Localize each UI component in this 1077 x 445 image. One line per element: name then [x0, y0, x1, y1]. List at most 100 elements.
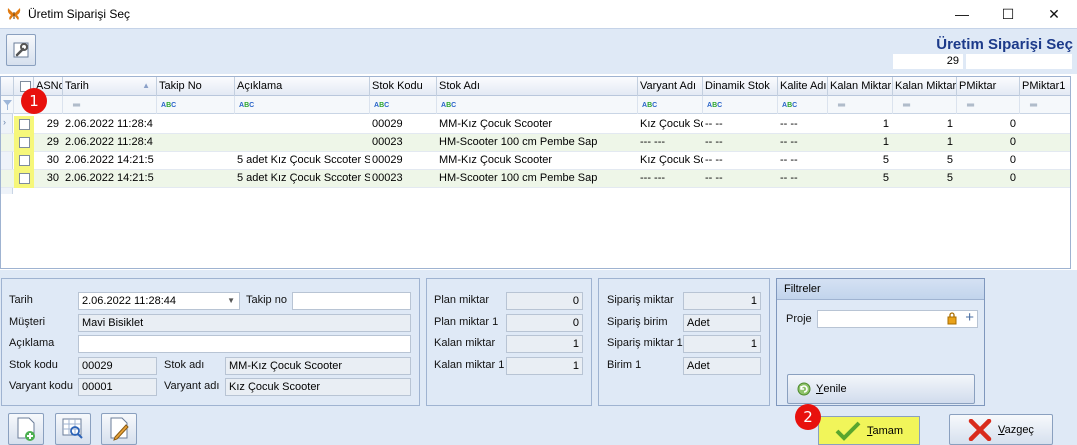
- filter-cell-kalanmiktar[interactable]: ═: [828, 96, 893, 114]
- cell-kalanmiktar[interactable]: 1: [828, 134, 893, 152]
- filter-cell-varyantadi[interactable]: ABC: [638, 96, 703, 114]
- cell-kalanmiktar-2[interactable]: 5: [893, 170, 957, 188]
- minimize-button[interactable]: —: [939, 0, 985, 28]
- table-row[interactable]: 30 2.06.2022 14:21:5 5 adet Kız Çocuk Scco…: [1, 152, 1070, 170]
- cell-asno[interactable]: 29: [34, 134, 63, 152]
- siparis-miktar-field[interactable]: 1: [683, 292, 761, 310]
- cell-tarih[interactable]: 2.06.2022 14:21:5: [63, 170, 157, 188]
- siparis-birim-field[interactable]: Adet: [683, 314, 761, 332]
- plan-miktar-field[interactable]: 0: [506, 292, 583, 310]
- cell-pmiktar1[interactable]: [1020, 134, 1070, 152]
- row-select-cell[interactable]: [14, 152, 34, 170]
- cell-stokkodu[interactable]: 00023: [370, 170, 437, 188]
- cell-dinamikstok[interactable]: -- --: [703, 116, 778, 134]
- filter-cell-pmiktar1[interactable]: ═: [1020, 96, 1070, 114]
- maximize-button[interactable]: ☐: [985, 0, 1031, 28]
- cell-kaliteadi[interactable]: -- --: [778, 116, 828, 134]
- table-row[interactable]: 29 2.06.2022 11:28:4 00023 HM-Scooter 100 c…: [1, 134, 1070, 152]
- siparis-miktar1-field[interactable]: 1: [683, 335, 761, 353]
- cell-tarih[interactable]: 2.06.2022 11:28:4: [63, 116, 157, 134]
- row-checkbox[interactable]: [19, 173, 30, 184]
- column-header-pmiktar[interactable]: PMiktar: [957, 77, 1020, 96]
- cell-aciklama[interactable]: [235, 134, 370, 152]
- column-header-kaliteadi[interactable]: Kalite Adı: [778, 77, 828, 96]
- cell-dinamikstok[interactable]: -- --: [703, 170, 778, 188]
- takipno-input[interactable]: [292, 292, 411, 310]
- kalan-miktar-field[interactable]: 1: [506, 335, 583, 353]
- cell-kalanmiktar-2[interactable]: 1: [893, 134, 957, 152]
- cell-kalanmiktar-2[interactable]: 1: [893, 116, 957, 134]
- filter-cell-tarih[interactable]: ═: [63, 96, 157, 114]
- column-header-pmiktar1[interactable]: PMiktar1: [1020, 77, 1070, 96]
- row-checkbox[interactable]: [19, 119, 30, 130]
- settings-tool-button[interactable]: [6, 34, 36, 66]
- filter-cell-takipno[interactable]: ABC: [157, 96, 235, 114]
- cell-varyantadi[interactable]: Kız Çocuk Scc: [638, 116, 703, 134]
- cell-pmiktar1[interactable]: [1020, 116, 1070, 134]
- cell-dinamikstok[interactable]: -- --: [703, 152, 778, 170]
- ok-button[interactable]: Tamam: [818, 416, 920, 445]
- grid-preview-button[interactable]: [55, 413, 91, 445]
- cell-asno[interactable]: 30: [34, 152, 63, 170]
- cell-tarih[interactable]: 2.06.2022 14:21:5: [63, 152, 157, 170]
- column-header-dinamikstok[interactable]: Dinamik Stok: [703, 77, 778, 96]
- cell-aciklama[interactable]: 5 adet Kız Çocuk Sccoter Sip: [235, 152, 370, 170]
- cell-stokadi[interactable]: MM-Kız Çocuk Scooter: [437, 152, 638, 170]
- cell-kaliteadi[interactable]: -- --: [778, 170, 828, 188]
- musteri-field[interactable]: Mavi Bisiklet: [78, 314, 411, 332]
- cell-takipno[interactable]: [157, 116, 235, 134]
- cell-kalanmiktar[interactable]: 5: [828, 152, 893, 170]
- cell-stokkodu[interactable]: 00029: [370, 152, 437, 170]
- new-document-button[interactable]: [8, 413, 44, 445]
- column-header-stokkodu[interactable]: Stok Kodu: [370, 77, 437, 96]
- cell-kalanmiktar[interactable]: 5: [828, 170, 893, 188]
- cell-varyantadi[interactable]: --- ---: [638, 170, 703, 188]
- kalan-miktar1-field[interactable]: 1: [506, 357, 583, 375]
- table-row[interactable]: 30 2.06.2022 14:21:5 5 adet Kız Çocuk Scco…: [1, 170, 1070, 188]
- filter-cell-aciklama[interactable]: ABC: [235, 96, 370, 114]
- cell-pmiktar[interactable]: 0: [957, 152, 1020, 170]
- cell-pmiktar[interactable]: 0: [957, 170, 1020, 188]
- row-select-cell[interactable]: [14, 170, 34, 188]
- proje-input[interactable]: +: [817, 310, 978, 328]
- filter-funnel-icon[interactable]: [1, 96, 14, 114]
- cell-stokadi[interactable]: MM-Kız Çocuk Scooter: [437, 116, 638, 134]
- dropdown-arrow-icon[interactable]: ▼: [227, 293, 235, 309]
- column-header-varyantadi[interactable]: Varyant Adı: [638, 77, 703, 96]
- filter-cell-stokadi[interactable]: ABC: [437, 96, 638, 114]
- cancel-button[interactable]: Vazgeç: [949, 414, 1053, 445]
- cell-tarih[interactable]: 2.06.2022 11:28:4: [63, 134, 157, 152]
- cell-stokadi[interactable]: HM-Scooter 100 cm Pembe Sap: [437, 170, 638, 188]
- varyantadi-field[interactable]: Kız Çocuk Scooter: [225, 378, 411, 396]
- cell-stokkodu[interactable]: 00029: [370, 116, 437, 134]
- stokkodu-field[interactable]: 00029: [78, 357, 157, 375]
- filter-cell-dinamikstok[interactable]: ABC: [703, 96, 778, 114]
- filter-cell-kaliteadi[interactable]: ABC: [778, 96, 828, 114]
- cell-stokkodu[interactable]: 00023: [370, 134, 437, 152]
- plan-miktar1-field[interactable]: 0: [506, 314, 583, 332]
- column-header-stokadi[interactable]: Stok Adı: [437, 77, 638, 96]
- column-header-takipno[interactable]: Takip No: [157, 77, 235, 96]
- cell-pmiktar[interactable]: 0: [957, 116, 1020, 134]
- cell-asno[interactable]: 29: [34, 116, 63, 134]
- cell-takipno[interactable]: [157, 170, 235, 188]
- birim1-field[interactable]: Adet: [683, 357, 761, 375]
- column-header-kalanmiktar-2[interactable]: Kalan Miktar: [893, 77, 957, 96]
- cell-asno[interactable]: 30: [34, 170, 63, 188]
- cell-pmiktar[interactable]: 0: [957, 134, 1020, 152]
- column-header-tarih[interactable]: Tarih ▲: [63, 77, 157, 96]
- column-header-aciklama[interactable]: Açıklama: [235, 77, 370, 96]
- cell-kaliteadi[interactable]: -- --: [778, 152, 828, 170]
- row-checkbox[interactable]: [19, 137, 30, 148]
- cell-aciklama[interactable]: [235, 116, 370, 134]
- column-header-kalanmiktar[interactable]: Kalan Miktar: [828, 77, 893, 96]
- edit-document-button[interactable]: [101, 413, 137, 445]
- cell-pmiktar1[interactable]: [1020, 152, 1070, 170]
- add-icon[interactable]: +: [965, 311, 974, 326]
- cell-kalanmiktar[interactable]: 1: [828, 116, 893, 134]
- cell-varyantadi[interactable]: Kız Çocuk Scc: [638, 152, 703, 170]
- cell-kalanmiktar-2[interactable]: 5: [893, 152, 957, 170]
- cell-takipno[interactable]: [157, 134, 235, 152]
- filter-cell-stokkodu[interactable]: ABC: [370, 96, 437, 114]
- cell-kaliteadi[interactable]: -- --: [778, 134, 828, 152]
